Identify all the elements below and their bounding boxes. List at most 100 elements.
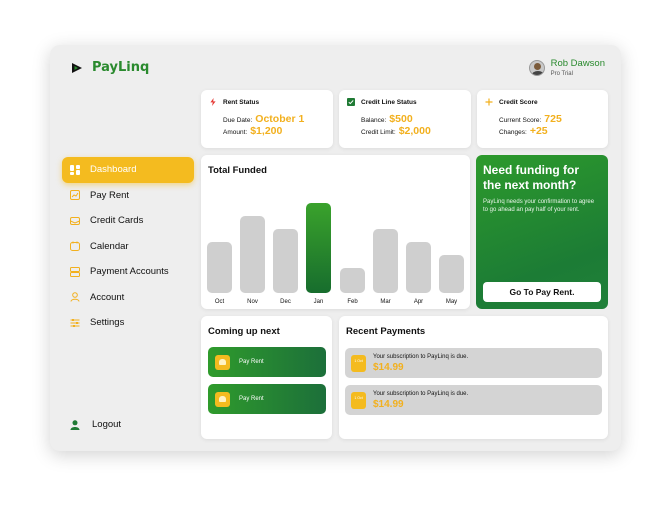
app-window: PayLinq Rob Dawson Pro Trial Rent Status… <box>50 45 621 451</box>
brand-name: PayLinq <box>92 60 150 75</box>
sidebar-item-label: Account <box>90 291 125 303</box>
rent-due-value: October 1 <box>255 113 305 125</box>
sidebar-item-settings[interactable]: Settings <box>62 310 194 336</box>
payment-row[interactable]: 1 Oct Your subscription to PayLinq is du… <box>345 348 602 378</box>
x-tick-label: Dec <box>280 299 291 305</box>
current-score-label: Current Score: <box>499 117 542 124</box>
logo-mark-icon <box>72 62 82 73</box>
rent-due-label: Due Date: <box>223 117 253 124</box>
credit-score-card: Credit Score Current Score: 725 Changes:… <box>477 90 608 148</box>
current-score-value: 725 <box>544 113 562 125</box>
upcoming-item[interactable]: Pay Rent <box>208 347 326 377</box>
envelope-icon <box>70 216 80 225</box>
bar-chart: Oct Nov Dec Jan Feb Mar Apr May <box>207 192 464 305</box>
chart-icon <box>70 190 80 201</box>
sidebar-item-pay-rent[interactable]: Pay Rent <box>62 183 194 209</box>
sidebar-item-credit-cards[interactable]: Credit Cards <box>62 208 194 234</box>
upcoming-label: Pay Rent <box>239 359 264 365</box>
changes-value: +25 <box>529 125 548 137</box>
changes-label: Changes: <box>499 129 527 136</box>
brand-logo[interactable]: PayLinq <box>70 60 149 75</box>
payment-amount: $14.99 <box>373 361 404 373</box>
x-tick-label: Feb <box>347 299 358 305</box>
upcoming-label: Pay Rent <box>239 396 264 402</box>
x-tick-label: Jan <box>313 299 324 305</box>
bar-nov[interactable] <box>240 216 265 293</box>
x-tick-label: Apr <box>413 299 424 305</box>
credit-limit-label: Credit Limit: <box>361 129 396 136</box>
bar-mar[interactable] <box>373 229 398 293</box>
x-tick-label: Oct <box>214 299 225 305</box>
check-square-icon <box>347 98 355 106</box>
user-profile[interactable]: Rob Dawson Pro Trial <box>528 58 605 77</box>
logout-button[interactable]: Logout <box>70 419 121 430</box>
sidebar-item-label: Settings <box>90 317 125 329</box>
sidebar-nav: Dashboard Pay Rent Credit Cards Calendar… <box>62 157 194 336</box>
user-icon <box>70 419 80 430</box>
user-icon <box>70 292 80 302</box>
payment-amount: $14.99 <box>373 398 404 410</box>
bar-jan[interactable] <box>306 203 331 293</box>
sidebar-item-label: Dashboard <box>90 164 137 176</box>
upcoming-item[interactable]: Pay Rent <box>208 384 326 414</box>
sidebar-item-account[interactable]: Account <box>62 285 194 311</box>
go-to-pay-rent-button[interactable]: Go To Pay Rent. <box>483 282 601 302</box>
promo-title: Need funding for the next month? <box>483 163 579 192</box>
x-tick-label: Mar <box>380 299 391 305</box>
rent-amount-label: Amount: <box>223 129 248 136</box>
grid-icon <box>70 164 80 175</box>
bell-icon <box>215 354 230 370</box>
total-funded-card: Total Funded Oct Nov Dec Jan Feb Mar Apr May <box>201 155 470 309</box>
sidebar-item-label: Calendar <box>90 240 129 252</box>
coming-up-title: Coming up next <box>208 326 280 337</box>
bar-feb[interactable] <box>340 268 365 293</box>
sliders-icon <box>70 318 80 327</box>
bar-oct[interactable] <box>207 242 232 293</box>
payment-text: Your subscription to PayLinq is due. <box>373 353 469 360</box>
rent-amount-line: Amount: $1,200 <box>223 125 282 137</box>
rent-status-title: Rent Status <box>223 99 260 106</box>
credit-limit-value: $2,000 <box>398 125 431 137</box>
stack-icon <box>70 266 80 277</box>
credit-limit-line: Credit Limit: $2,000 <box>361 125 431 137</box>
user-name: Rob Dawson <box>550 58 605 69</box>
funding-promo-card: Need funding for the next month? PayLinq… <box>476 155 608 309</box>
sidebar-item-label: Credit Cards <box>90 215 144 227</box>
balance-value: $500 <box>389 113 413 125</box>
sidebar-item-label: Pay Rent <box>90 189 130 201</box>
chart-title: Total Funded <box>208 165 267 176</box>
sidebar-item-calendar[interactable]: Calendar <box>62 234 194 260</box>
current-score-line: Current Score: 725 <box>499 113 562 125</box>
coming-up-card: Coming up next Pay Rent Pay Rent <box>201 316 332 439</box>
sidebar-item-payment-accounts[interactable]: Payment Accounts <box>62 259 194 285</box>
plus-icon <box>485 98 493 106</box>
promo-text: PayLinq needs your confirmation to agree… <box>483 199 595 213</box>
recent-payments-title: Recent Payments <box>346 326 426 337</box>
balance-line: Balance: $500 <box>361 113 413 125</box>
rent-due-line: Due Date: October 1 <box>223 113 304 125</box>
bell-icon <box>215 391 230 407</box>
payment-row[interactable]: 1 Oct Your subscription to PayLinq is du… <box>345 385 602 415</box>
changes-line: Changes: +25 <box>499 125 548 137</box>
rent-amount-value: $1,200 <box>250 125 283 137</box>
calendar-icon <box>70 241 80 252</box>
credit-score-title: Credit Score <box>499 99 538 106</box>
x-tick-label: Nov <box>247 299 258 305</box>
payment-text: Your subscription to PayLinq is due. <box>373 390 469 397</box>
credit-line-title: Credit Line Status <box>361 99 417 106</box>
sidebar-item-dashboard[interactable]: Dashboard <box>62 157 194 183</box>
credit-line-card: Credit Line Status Balance: $500 Credit … <box>339 90 471 148</box>
balance-label: Balance: <box>361 117 387 124</box>
bar-dec[interactable] <box>273 229 298 293</box>
bar-may[interactable] <box>439 255 464 293</box>
avatar <box>528 59 545 76</box>
recent-payments-card: Recent Payments 1 Oct Your subscription … <box>339 316 608 439</box>
rent-status-card: Rent Status Due Date: October 1 Amount: … <box>201 90 333 148</box>
user-plan: Pro Trial <box>550 70 573 77</box>
bar-apr[interactable] <box>406 242 431 293</box>
lightning-icon <box>210 98 216 106</box>
receipt-icon: 1 Oct <box>351 391 366 409</box>
logout-label: Logout <box>92 419 122 430</box>
x-tick-label: May <box>445 299 458 305</box>
sidebar-item-label: Payment Accounts <box>90 266 169 278</box>
